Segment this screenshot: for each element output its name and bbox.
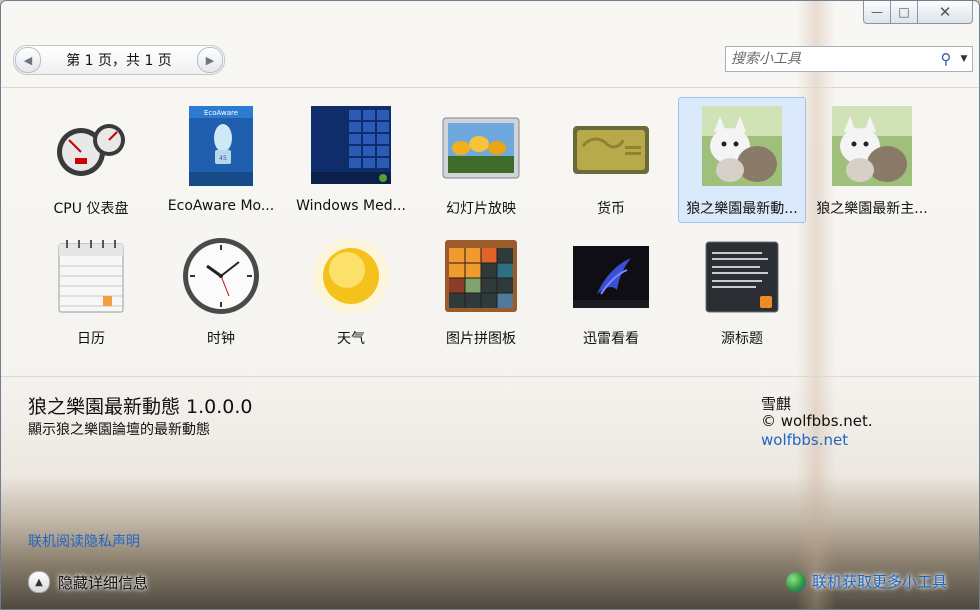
cpu-meter-icon [51,106,131,186]
gadget-item[interactable]: 时钟 [157,227,285,353]
chevron-left-icon: ◀ [23,53,33,67]
gadget-item[interactable]: 狼之樂園最新動... [678,97,806,223]
gadget-item[interactable]: EcoAware 45 EcoAware Mo... [157,97,285,223]
clock-icon [181,236,261,316]
gadget-label: CPU 仪表盘 [53,201,129,217]
gadget-gallery-window: — □ ✕ ◀ 第 1 页，共 1 页 ▶ ⚲ ▼ CPU 仪表盘 [0,0,980,610]
currency-icon [571,106,651,186]
previous-page-button[interactable]: ◀ [15,47,41,73]
globe-icon [785,571,806,592]
chevron-down-icon: ▼ [960,54,968,64]
gadget-label: Windows Med... [296,198,406,214]
xunlei-icon [571,236,651,316]
page-indicator: 第 1 页，共 1 页 [66,53,172,69]
gadget-label: 日历 [77,331,105,347]
gadget-item[interactable]: Windows Med... [287,97,415,223]
gadget-item[interactable]: CPU 仪表盘 [27,97,155,223]
maximize-icon: □ [898,5,910,19]
top-divider [1,87,979,88]
windows-media-center-icon [311,106,391,186]
chevron-right-icon: ▶ [205,53,215,67]
gadget-item[interactable]: 迅雷看看 [547,227,675,353]
details-website-link[interactable]: wolfbbs.net [761,431,848,449]
wolf-dynamics-icon [702,106,782,186]
title-buttons: — □ ✕ [863,1,973,24]
gadget-label: 图片拼图板 [446,331,516,347]
gadget-label: 幻灯片放映 [446,201,516,217]
gadget-label: 狼之樂園最新動... [686,201,798,217]
chevron-up-icon: ▲ [28,571,50,593]
gadget-label: 时钟 [207,331,235,347]
gadget-item[interactable]: 天气 [287,227,415,353]
weather-icon [311,236,391,316]
gadget-label: 迅雷看看 [583,331,639,347]
maximize-button[interactable]: □ [891,1,918,24]
feed-headlines-icon [702,236,782,316]
footer: ▲ 隐藏详细信息 联机获取更多小工具 [1,561,979,609]
get-more-gadgets-link[interactable]: 联机获取更多小工具 [785,571,947,592]
close-button[interactable]: ✕ [918,1,973,24]
ecoaware-icon: EcoAware 45 [181,106,261,186]
hide-details-label: 隐藏详细信息 [58,573,149,592]
calendar-icon [51,236,131,316]
minimize-icon: — [871,5,883,19]
privacy-statement-link[interactable]: 联机阅读隐私声明 [28,531,140,551]
page-navigator: ◀ 第 1 页，共 1 页 ▶ [13,45,225,75]
svg-text:45: 45 [219,155,227,162]
svg-text:EcoAware: EcoAware [204,109,238,117]
details-divider [1,376,979,377]
gadget-item[interactable]: 狼之樂園最新主... [808,97,936,223]
hide-details-button[interactable]: ▲ 隐藏详细信息 [28,571,148,593]
slideshow-icon [441,106,521,186]
wolf-topics-icon [832,106,912,186]
details-description: 顯示狼之樂園論壇的最新動態 [28,422,210,438]
details-copyright: © wolfbbs.net. [761,412,873,430]
gadget-label: 天气 [337,331,365,347]
search-dropdown-button[interactable]: ▼ [956,54,972,64]
gadget-item[interactable]: 源标题 [678,227,806,353]
gadget-label: EcoAware Mo... [167,198,275,214]
search-box: ⚲ ▼ [725,46,973,72]
gadget-item[interactable]: 图片拼图板 [417,227,545,353]
next-page-button[interactable]: ▶ [197,47,223,73]
picture-puzzle-icon [441,236,521,316]
gadget-label: 狼之樂園最新主... [816,201,928,217]
minimize-button[interactable]: — [863,1,891,24]
search-icon[interactable]: ⚲ [936,50,956,68]
search-input[interactable] [726,50,936,68]
details-author: 雪麒 [761,395,792,413]
details-title: 狼之樂園最新動態 1.0.0.0 [28,396,253,418]
close-icon: ✕ [938,2,952,21]
gadget-item[interactable]: 幻灯片放映 [417,97,545,223]
gadget-label: 货币 [597,201,625,217]
gadget-item[interactable]: 货币 [547,97,675,223]
gadget-item[interactable]: 日历 [27,227,155,353]
gadget-label: 源标题 [721,331,763,347]
get-more-gadgets-label: 联机获取更多小工具 [811,573,947,591]
